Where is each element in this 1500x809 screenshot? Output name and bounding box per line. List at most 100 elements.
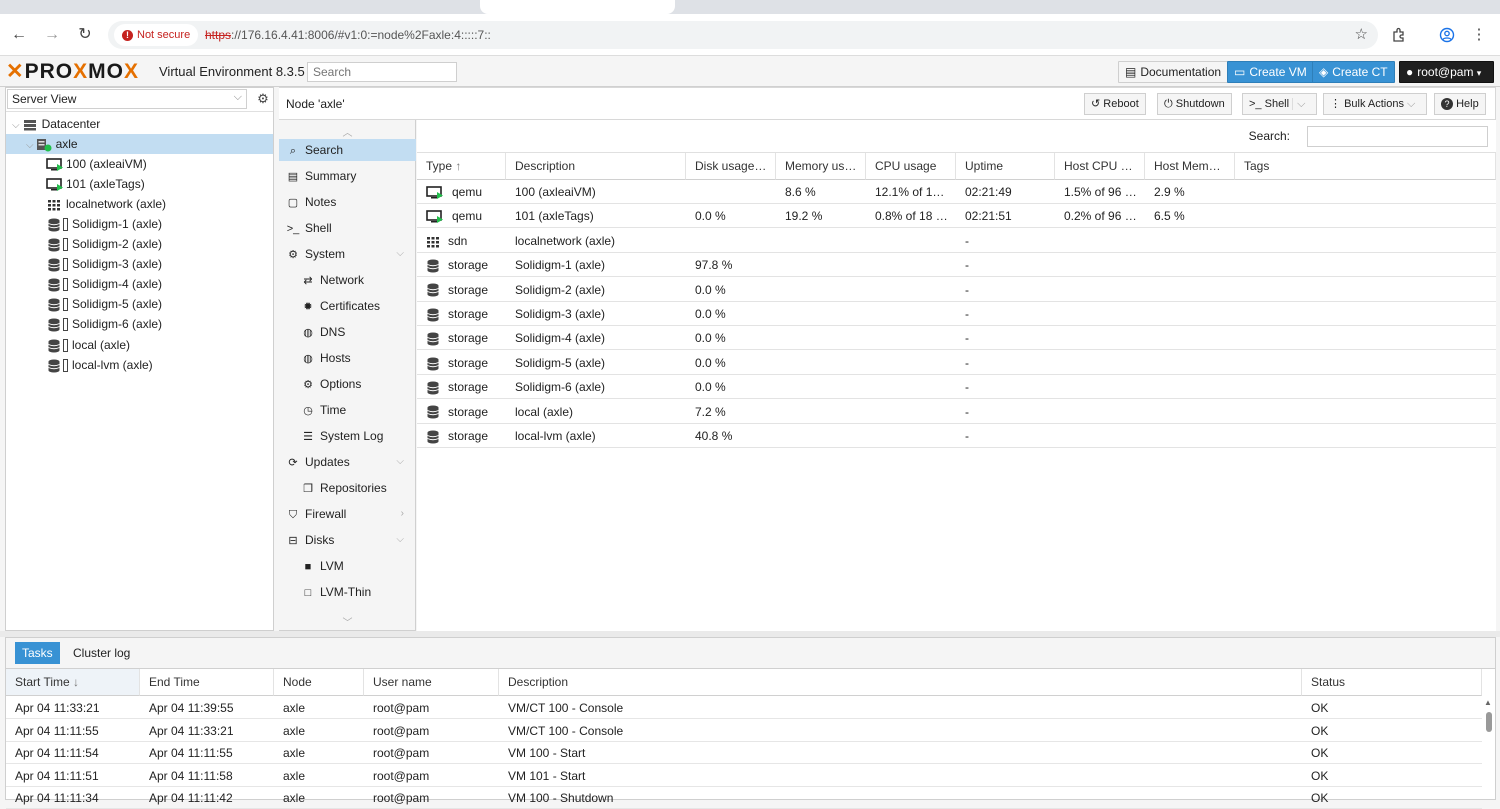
tree-node[interactable]: 100 (axleaiVM) bbox=[46, 154, 147, 174]
tree-node[interactable]: Solidigm-4 (axle) bbox=[46, 274, 162, 294]
column-header[interactable]: Type ↑ bbox=[417, 153, 506, 180]
column-header[interactable]: Node bbox=[274, 669, 364, 696]
tree-node[interactable]: Solidigm-1 (axle) bbox=[46, 214, 162, 234]
nav-item[interactable]: ▤ Summary bbox=[279, 165, 416, 187]
tree-node[interactable]: Solidigm-3 (axle) bbox=[46, 254, 162, 274]
column-header[interactable]: Disk usage… bbox=[686, 153, 776, 180]
shutdown-button[interactable]: ⏻ Shutdown bbox=[1157, 93, 1232, 115]
scroll-up-icon[interactable]: ︿ bbox=[279, 124, 416, 139]
reboot-button[interactable]: ↺ Reboot bbox=[1084, 93, 1146, 115]
gear-icon[interactable]: ⚙ bbox=[254, 89, 272, 109]
tree-node[interactable]: local-lvm (axle) bbox=[46, 355, 153, 375]
proxmox-logo[interactable]: ✕PROXMOX bbox=[6, 60, 139, 84]
tree-node[interactable]: local (axle) bbox=[46, 335, 130, 355]
column-header[interactable]: Host CPU … bbox=[1055, 153, 1145, 180]
scroll-down-icon[interactable]: ﹀ bbox=[279, 614, 416, 629]
table-row[interactable]: storage Solidigm-2 (axle) 0.0 % - bbox=[417, 278, 1496, 302]
tree-node[interactable]: ⌵ axle bbox=[6, 134, 273, 154]
nav-item[interactable]: ▢ Notes bbox=[279, 191, 416, 213]
view-selector[interactable]: Server View ⌵ bbox=[7, 89, 247, 109]
nav-item[interactable]: ⚙ Options bbox=[279, 373, 416, 395]
table-row[interactable]: storage local (axle) 7.2 % - bbox=[417, 400, 1496, 424]
expand-toggle-icon[interactable]: ⌵ bbox=[12, 120, 20, 131]
browser-tab[interactable] bbox=[10, 0, 245, 14]
column-header[interactable]: User name bbox=[364, 669, 499, 696]
nav-item[interactable]: ☰ System Log bbox=[279, 425, 416, 447]
create-ct-button[interactable]: ◈ Create CT bbox=[1312, 61, 1395, 83]
more-menu-icon[interactable]: ⋮ bbox=[1466, 22, 1492, 48]
table-row[interactable]: Apr 04 11:11:34 Apr 04 11:11:42 axle root@p… bbox=[6, 787, 1482, 809]
table-row[interactable]: storage Solidigm-5 (axle) 0.0 % - bbox=[417, 351, 1496, 375]
column-header[interactable]: Uptime bbox=[956, 153, 1055, 180]
tree-node[interactable]: 101 (axleTags) bbox=[46, 174, 145, 194]
chevron-icon[interactable]: › bbox=[401, 503, 404, 525]
column-header[interactable]: Description bbox=[506, 153, 686, 180]
nav-item[interactable]: ❐ Repositories bbox=[279, 477, 416, 499]
table-row[interactable]: storage Solidigm-3 (axle) 0.0 % - bbox=[417, 302, 1496, 326]
nav-item[interactable]: ◷ Time bbox=[279, 399, 416, 421]
global-search-input[interactable] bbox=[307, 62, 457, 82]
table-row[interactable]: storage local-lvm (axle) 40.8 % - bbox=[417, 424, 1496, 448]
table-row[interactable]: storage Solidigm-6 (axle) 0.0 % - bbox=[417, 375, 1496, 400]
table-row[interactable]: Apr 04 11:11:54 Apr 04 11:11:55 axle root@p… bbox=[6, 742, 1482, 764]
column-header[interactable]: Tags bbox=[1235, 153, 1496, 180]
column-header[interactable]: Start Time ↓ bbox=[6, 669, 140, 696]
table-row[interactable]: Apr 04 11:11:55 Apr 04 11:33:21 axle root@p… bbox=[6, 720, 1482, 742]
table-row[interactable]: sdn localnetwork (axle) - bbox=[417, 229, 1496, 253]
shell-button[interactable]: >_ Shell ⌵ bbox=[1242, 93, 1317, 115]
tab-tasks[interactable]: Tasks bbox=[15, 642, 60, 664]
tree-node[interactable]: Solidigm-2 (axle) bbox=[46, 234, 162, 254]
nav-item[interactable]: ⌕ Search bbox=[279, 139, 416, 161]
nav-item[interactable]: ◍ Hosts bbox=[279, 347, 416, 369]
profile-icon[interactable] bbox=[1434, 22, 1460, 48]
tree-node[interactable]: Solidigm-6 (axle) bbox=[46, 314, 162, 334]
scrollbar[interactable]: ▲ bbox=[1483, 696, 1495, 801]
nav-item[interactable]: □ LVM-Thin bbox=[279, 581, 416, 603]
table-row[interactable]: Apr 04 11:11:51 Apr 04 11:11:58 axle root@p… bbox=[6, 765, 1482, 787]
expand-toggle-icon[interactable]: ⌵ bbox=[26, 140, 34, 151]
tree-node[interactable]: ⌵ Datacenter bbox=[12, 114, 100, 134]
nav-item[interactable]: ⛉ Firewall › bbox=[279, 503, 416, 525]
address-bar[interactable]: ! Not secure https://176.16.4.41:8006/#v1… bbox=[108, 21, 1378, 49]
browser-tab[interactable] bbox=[245, 0, 480, 14]
create-vm-button[interactable]: ▭ Create VM bbox=[1227, 61, 1314, 83]
bulk-actions-button[interactable]: ⋮ Bulk Actions ⌵ bbox=[1323, 93, 1427, 115]
column-header[interactable]: Status bbox=[1302, 669, 1482, 696]
security-chip[interactable]: ! Not secure bbox=[114, 24, 199, 46]
table-row[interactable]: Apr 04 11:33:21 Apr 04 11:39:55 axle root@p… bbox=[6, 697, 1482, 719]
nav-item[interactable]: ⇄ Network bbox=[279, 269, 416, 291]
scroll-up-icon[interactable]: ▲ bbox=[1484, 698, 1492, 707]
back-icon[interactable]: ← bbox=[6, 22, 32, 48]
browser-tab-active[interactable] bbox=[480, 0, 675, 14]
reload-icon[interactable]: ↻ bbox=[72, 22, 98, 48]
nav-item[interactable]: >_ Shell bbox=[279, 217, 416, 239]
bookmark-star-icon[interactable]: ☆ bbox=[1355, 21, 1368, 49]
column-header[interactable]: Host Mem… bbox=[1145, 153, 1235, 180]
tab-cluster-log[interactable]: Cluster log bbox=[66, 642, 137, 664]
table-row[interactable]: qemu 101 (axleTags) 0.0 % 19.2 % 0.8% of 18 … bbox=[417, 204, 1496, 229]
nav-item[interactable]: ⚙ System ⌵ bbox=[279, 243, 416, 265]
column-header[interactable]: CPU usage bbox=[866, 153, 956, 180]
documentation-button[interactable]: ▤ Documentation bbox=[1118, 61, 1229, 83]
forward-icon[interactable]: → bbox=[39, 22, 65, 48]
nav-item[interactable]: ⟳ Updates ⌵ bbox=[279, 451, 416, 473]
nav-item[interactable]: ◍ DNS bbox=[279, 321, 416, 343]
column-header[interactable]: Description bbox=[499, 669, 1302, 696]
table-row[interactable]: storage Solidigm-1 (axle) 97.8 % - bbox=[417, 253, 1496, 278]
chevron-down-icon[interactable]: ⌵ bbox=[1292, 98, 1306, 110]
scrollbar-thumb[interactable] bbox=[1486, 712, 1492, 732]
tree-node[interactable]: localnetwork (axle) bbox=[46, 194, 166, 214]
column-header[interactable]: Memory us… bbox=[776, 153, 866, 180]
nav-item[interactable]: ■ LVM bbox=[279, 555, 416, 577]
help-button[interactable]: ? Help bbox=[1434, 93, 1486, 115]
url-text[interactable]: https://176.16.4.41:8006/#v1:0:=node%2Fa… bbox=[205, 21, 491, 49]
column-header[interactable]: End Time bbox=[140, 669, 274, 696]
search-input[interactable] bbox=[1307, 126, 1488, 147]
extensions-icon[interactable] bbox=[1386, 22, 1412, 48]
chevron-icon[interactable]: ⌵ bbox=[396, 529, 404, 551]
chevron-icon[interactable]: ⌵ bbox=[396, 451, 404, 473]
user-menu-button[interactable]: ● root@pam ▾ bbox=[1399, 61, 1494, 83]
chevron-icon[interactable]: ⌵ bbox=[396, 243, 404, 265]
nav-item[interactable]: ⊟ Disks ⌵ bbox=[279, 529, 416, 551]
table-row[interactable]: storage Solidigm-4 (axle) 0.0 % - bbox=[417, 326, 1496, 351]
